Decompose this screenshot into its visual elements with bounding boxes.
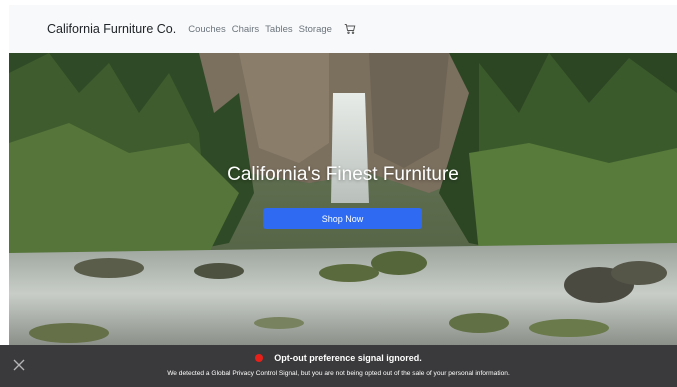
privacy-banner: Opt-out preference signal ignored. We de… [0, 345, 677, 387]
nav-link-couches[interactable]: Couches [188, 24, 226, 35]
banner-title: Opt-out preference signal ignored. [274, 353, 422, 363]
nav-link-chairs[interactable]: Chairs [232, 24, 259, 35]
navbar: California Furniture Co. Couches Chairs … [9, 5, 677, 53]
page: California Furniture Co. Couches Chairs … [0, 0, 677, 387]
nav-link-tables[interactable]: Tables [265, 24, 292, 35]
hero-background-image [9, 53, 677, 345]
hero-title: California's Finest Furniture [227, 164, 459, 185]
shop-now-button[interactable]: Shop Now [263, 208, 422, 229]
banner-heading: Opt-out preference signal ignored. [0, 353, 677, 363]
cart-icon[interactable] [344, 23, 356, 35]
banner-message: We detected a Global Privacy Control Sig… [167, 370, 510, 377]
brand-link[interactable]: California Furniture Co. [47, 22, 176, 36]
status-dot-icon [255, 354, 264, 362]
nav-link-storage[interactable]: Storage [299, 24, 332, 35]
hero-section: California's Finest Furniture Shop Now [9, 53, 677, 345]
